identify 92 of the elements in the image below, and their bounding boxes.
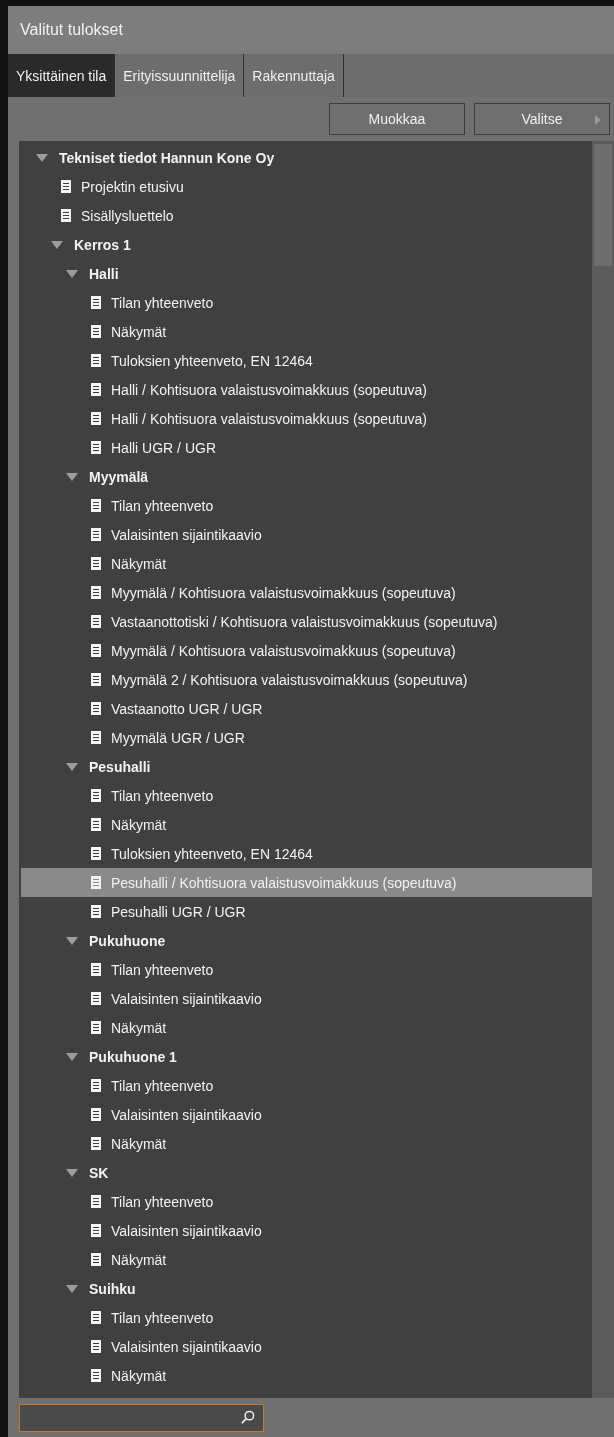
document-icon <box>91 673 101 686</box>
tree-item[interactable]: Myymälä 2 / Kohtisuora valaistusvoimakkuus (sopeutuva) <box>21 665 592 694</box>
tree-item[interactable]: Pesuhalli <box>21 752 592 781</box>
caret-icon <box>595 115 601 125</box>
document-icon <box>91 441 101 454</box>
document-icon <box>91 731 101 744</box>
document-icon <box>91 1079 101 1092</box>
tree-item[interactable]: Halli <box>21 259 592 288</box>
document-icon <box>91 1253 101 1266</box>
tree-item[interactable]: Kerros 1 <box>21 230 592 259</box>
tree-item[interactable]: Tilan yhteenveto <box>21 1071 592 1100</box>
tree-item[interactable]: Pukuhuone <box>21 926 592 955</box>
document-icon <box>91 905 101 918</box>
document-icon <box>91 383 101 396</box>
toolbar-button[interactable]: Muokkaa <box>329 103 465 135</box>
document-icon <box>91 1137 101 1150</box>
tree-item[interactable]: Valaisinten sijaintikaavio <box>21 1216 592 1245</box>
tree-item[interactable]: Tekniset tiedot Hannun Kone Oy <box>21 143 592 172</box>
document-icon <box>91 992 101 1005</box>
tree-item[interactable]: SK <box>21 1158 592 1187</box>
tree-item[interactable]: Pesuhalli UGR / UGR <box>21 897 592 926</box>
tree-item[interactable]: Näkymät <box>21 317 592 346</box>
document-icon <box>91 499 101 512</box>
document-icon <box>91 1311 101 1324</box>
document-icon <box>91 325 101 338</box>
expanded-triangle-icon[interactable] <box>66 1284 78 1293</box>
document-icon <box>91 1340 101 1353</box>
tree-item[interactable]: Tilan yhteenveto <box>21 288 592 317</box>
document-icon <box>91 876 101 889</box>
tree-item[interactable]: Pukuhuone 1 <box>21 1042 592 1071</box>
tree-item[interactable]: Näkymät <box>21 549 592 578</box>
expanded-triangle-icon[interactable] <box>66 1052 78 1061</box>
tree-item[interactable]: Tilan yhteenveto <box>21 491 592 520</box>
tree-item[interactable]: Näkymät <box>21 1129 592 1158</box>
tree-item[interactable]: Valaisinten sijaintikaavio <box>21 1100 592 1129</box>
expanded-triangle-icon[interactable] <box>66 472 78 481</box>
tree-item[interactable]: Näkymät <box>21 1361 592 1390</box>
tree-item[interactable]: Tilan yhteenveto <box>21 1303 592 1332</box>
document-icon <box>91 296 101 309</box>
tree-item[interactable]: Tilan yhteenveto <box>21 781 592 810</box>
expanded-triangle-icon[interactable] <box>51 240 63 249</box>
tree-item[interactable]: Valaisinten sijaintikaavio <box>21 520 592 549</box>
tree-item[interactable]: Projektin etusivu <box>21 172 592 201</box>
panel-title: Valitut tulokset <box>8 6 614 54</box>
tree-item[interactable]: Tilan yhteenveto <box>21 1187 592 1216</box>
tree-item[interactable]: Halli / Kohtisuora valaistusvoimakkuus (sopeutuva) <box>21 404 592 433</box>
document-icon <box>91 557 101 570</box>
tree-item[interactable]: Tuloksien yhteenveto, EN 12464 <box>21 839 592 868</box>
tree-item[interactable]: Sisällysluettelo <box>21 201 592 230</box>
document-icon <box>91 615 101 628</box>
tree-item[interactable]: Myymälä <box>21 462 592 491</box>
document-icon <box>91 1021 101 1034</box>
tree-item[interactable]: Halli / Kohtisuora valaistusvoimakkuus (sopeutuva) <box>21 375 592 404</box>
document-icon <box>91 1108 101 1121</box>
tree-item[interactable]: Suihku <box>21 1274 592 1303</box>
document-icon <box>91 412 101 425</box>
document-icon <box>91 702 101 715</box>
document-icon <box>91 789 101 802</box>
tree-item[interactable]: Valaisinten sijaintikaavio <box>21 984 592 1013</box>
document-icon <box>91 1195 101 1208</box>
search-field[interactable] <box>19 1403 264 1432</box>
tree-item[interactable]: Näkymät <box>21 810 592 839</box>
expanded-triangle-icon[interactable] <box>36 153 48 162</box>
tree-item[interactable]: Näkymät <box>21 1013 592 1042</box>
document-icon <box>91 818 101 831</box>
document-icon <box>61 180 71 193</box>
tree-item[interactable]: Halli UGR / UGR <box>21 433 592 462</box>
expanded-triangle-icon[interactable] <box>66 936 78 945</box>
tree-item[interactable]: Vastaanottotiski / Kohtisuora valaistusvoimakkuus (sopeutuva) <box>21 607 592 636</box>
document-icon <box>61 209 71 222</box>
document-icon <box>91 644 101 657</box>
tree-item[interactable]: Tuloksien yhteenveto, EN 12464 <box>21 346 592 375</box>
tree-item[interactable]: Myymälä UGR / UGR <box>21 723 592 752</box>
expanded-triangle-icon[interactable] <box>66 269 78 278</box>
document-icon <box>91 528 101 541</box>
document-icon <box>91 1369 101 1382</box>
tree-item[interactable]: Näkymät <box>21 1245 592 1274</box>
expanded-triangle-icon[interactable] <box>66 1168 78 1177</box>
document-icon <box>91 847 101 860</box>
search-icon <box>240 1410 255 1425</box>
document-icon <box>91 354 101 367</box>
document-icon <box>91 963 101 976</box>
tab[interactable]: Yksittäinen tila <box>8 54 116 97</box>
document-icon <box>91 1224 101 1237</box>
document-icon <box>91 586 101 599</box>
tree-item[interactable]: Valaisinten sijaintikaavio <box>21 1332 592 1361</box>
menu-button[interactable]: Valitse <box>474 103 610 135</box>
expanded-triangle-icon[interactable] <box>66 762 78 771</box>
tree-item[interactable]: Myymälä / Kohtisuora valaistusvoimakkuus (sopeutuva) <box>21 578 592 607</box>
tree-item[interactable]: Vastaanotto UGR / UGR <box>21 694 592 723</box>
tree-item[interactable]: Tilan yhteenveto <box>21 955 592 984</box>
tree-item[interactable]: Myymälä / Kohtisuora valaistusvoimakkuus (sopeutuva) <box>21 636 592 665</box>
